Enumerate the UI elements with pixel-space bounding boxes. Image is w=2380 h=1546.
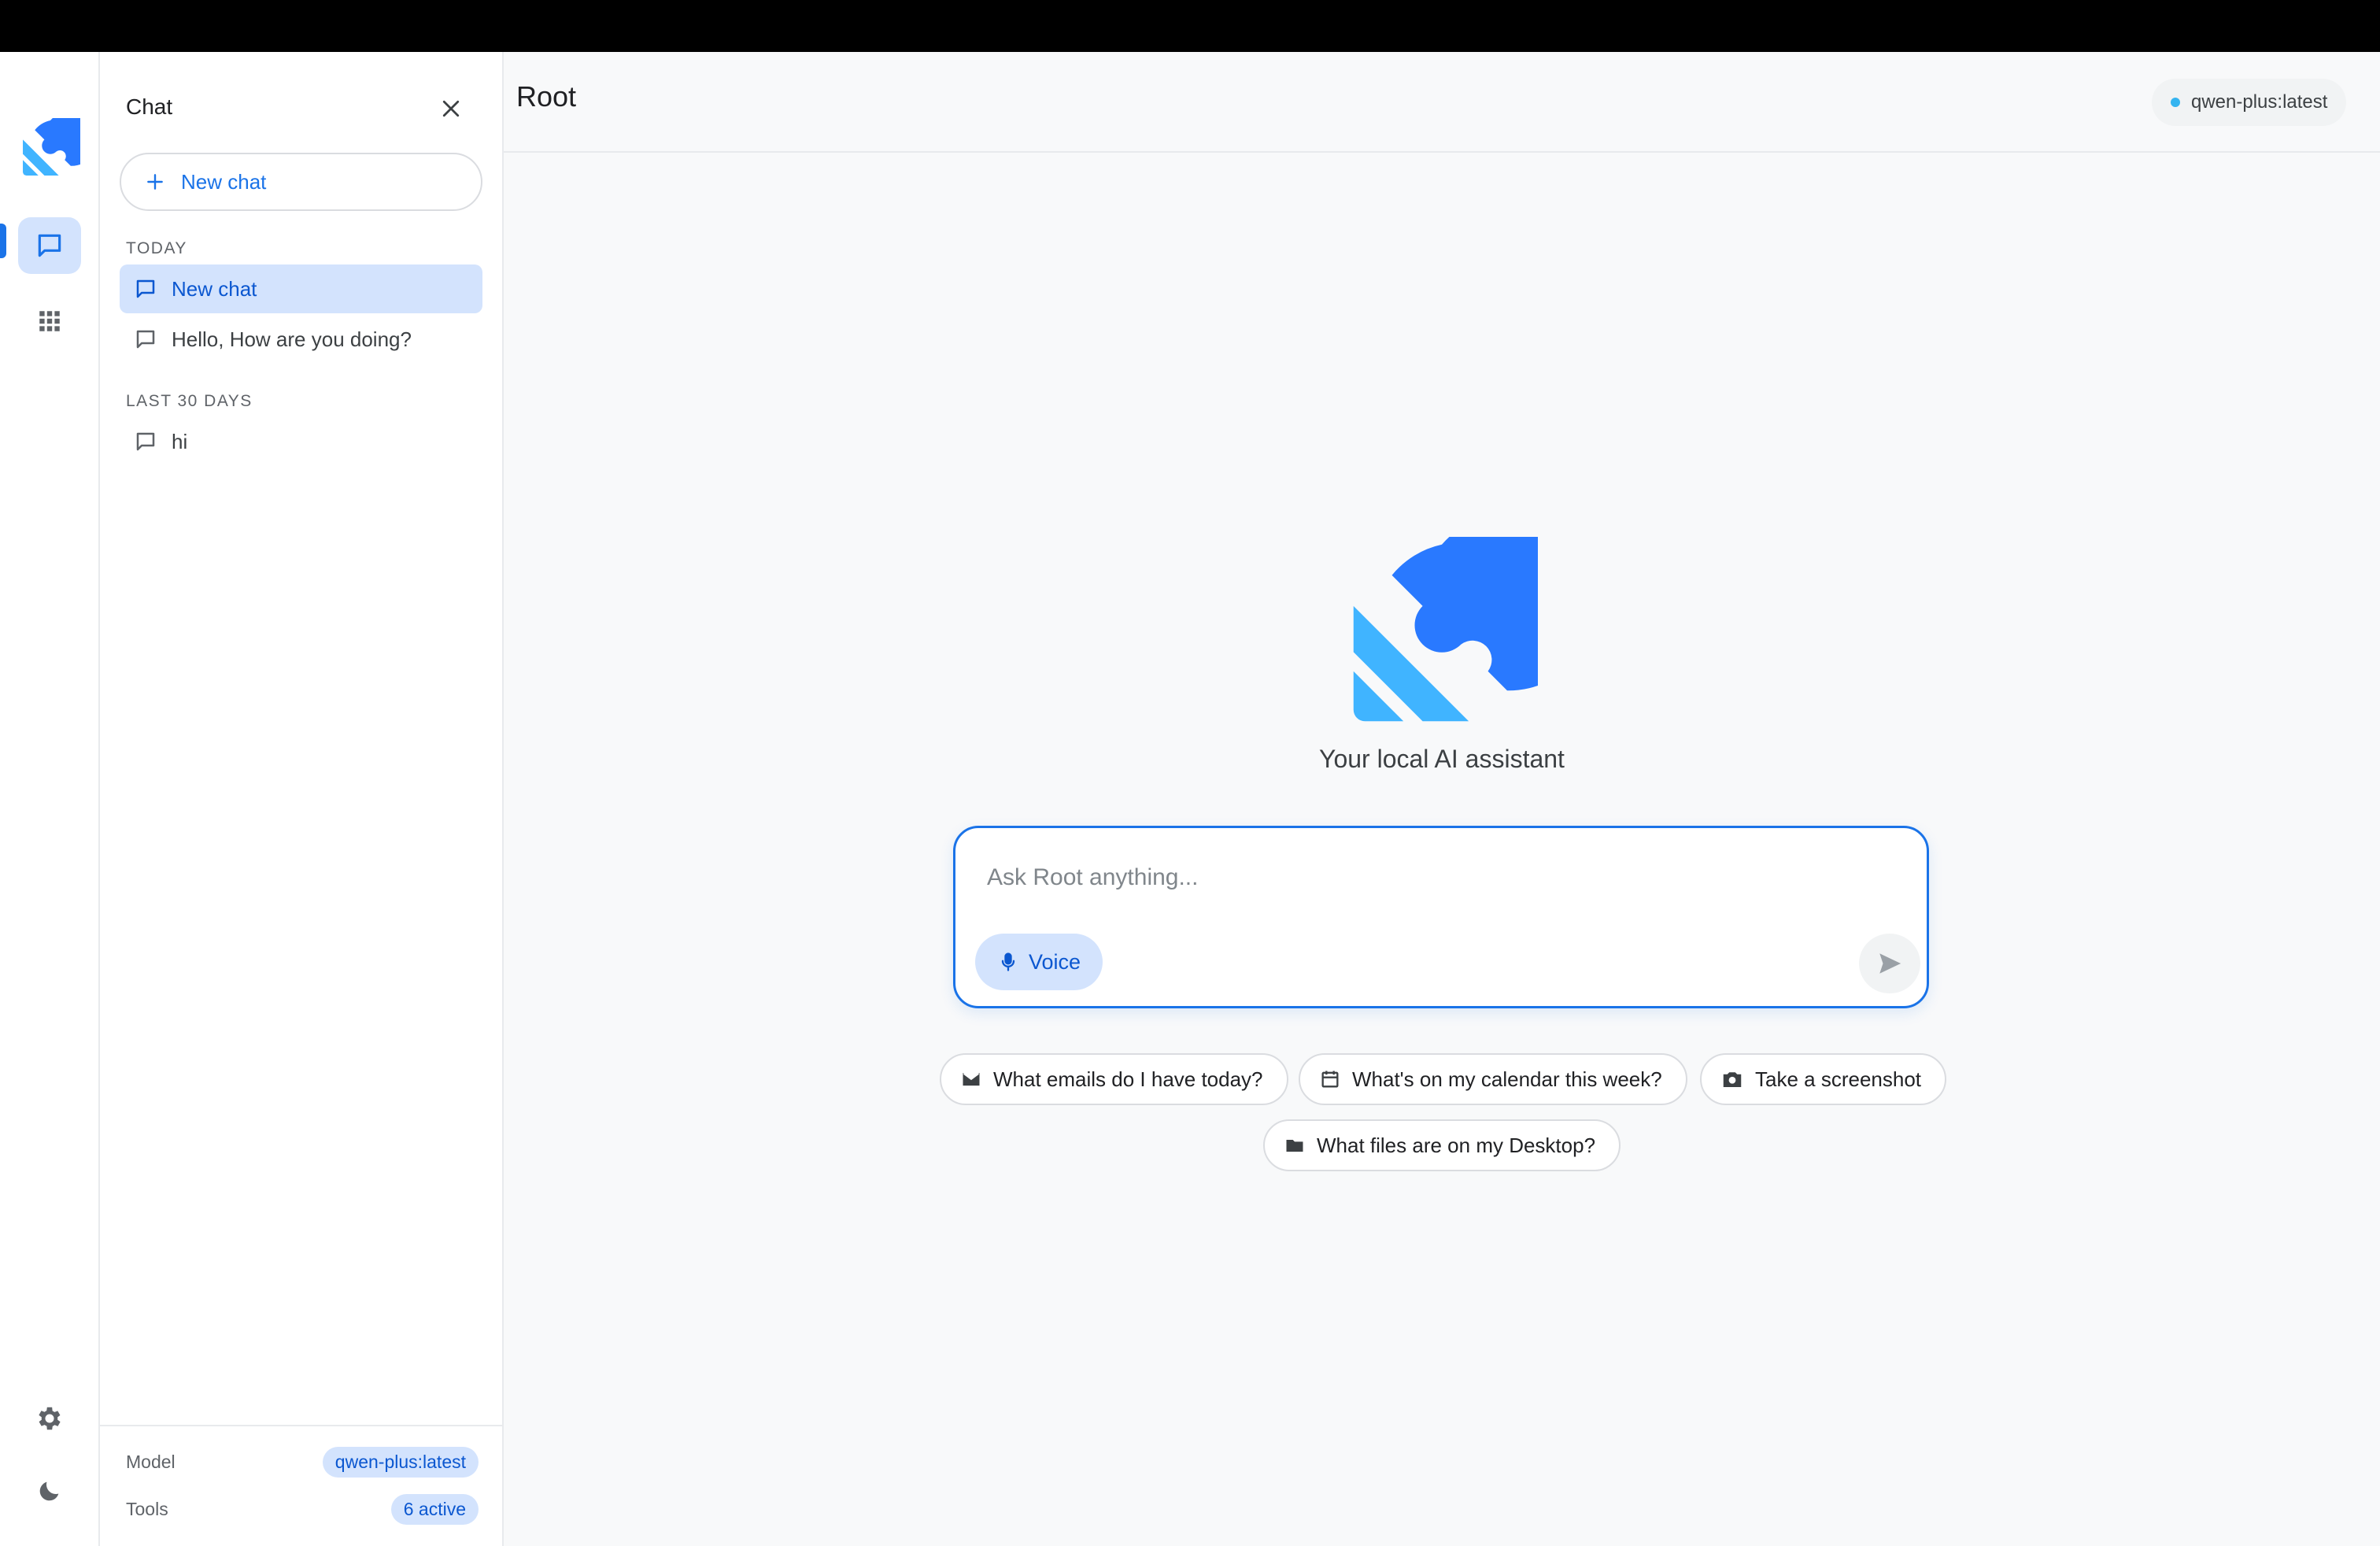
suggestion-chip-emails[interactable]: What emails do I have today? <box>940 1053 1288 1105</box>
rail-theme-button[interactable] <box>18 1463 81 1519</box>
suggestion-label: What's on my calendar this week? <box>1352 1067 1662 1091</box>
suggestion-label: What files are on my Desktop? <box>1317 1133 1596 1157</box>
gear-icon <box>39 1407 61 1430</box>
model-selector[interactable]: qwen-plus:latest <box>2152 79 2347 126</box>
folder-icon <box>1286 1140 1303 1152</box>
rail-settings-button[interactable] <box>18 1390 81 1447</box>
rail-apps-button[interactable] <box>18 293 81 350</box>
root-logo-icon <box>1353 537 1538 722</box>
suggestion-label: What emails do I have today? <box>993 1067 1263 1091</box>
sidebar-title: Chat <box>126 94 173 119</box>
chat-list-item[interactable]: hi <box>120 417 482 466</box>
send-icon <box>1879 953 1901 974</box>
active-indicator <box>0 224 6 258</box>
chat-composer: Voice <box>953 826 1929 1008</box>
chat-item-label: hi <box>172 429 188 453</box>
section-label-last-30-days: LAST 30 DAYS <box>126 392 253 410</box>
nav-rail <box>0 52 100 1546</box>
sidebar-footer: Model qwen-plus:latest Tools 6 active <box>100 1425 504 1546</box>
new-chat-button[interactable]: New chat <box>120 153 482 211</box>
close-icon <box>442 100 460 117</box>
chat-icon <box>136 279 155 298</box>
tools-badge[interactable]: 6 active <box>390 1494 479 1525</box>
voice-button-label: Voice <box>1028 949 1081 974</box>
tools-label: Tools <box>126 1499 168 1519</box>
moon-icon <box>39 1481 59 1501</box>
main-header: Root qwen-plus:latest <box>504 52 2380 153</box>
root-logo-icon[interactable] <box>20 118 80 178</box>
suggestion-chip-desktop-files[interactable]: What files are on my Desktop? <box>1263 1119 1621 1171</box>
chat-icon <box>38 234 61 257</box>
suggestion-label: Take a screenshot <box>1755 1067 1922 1091</box>
model-selector-label: qwen-plus:latest <box>2191 91 2328 113</box>
chat-item-label: Hello, How are you doing? <box>172 327 412 351</box>
rail-chat-button[interactable] <box>18 217 81 274</box>
section-label-today: TODAY <box>126 239 187 257</box>
chat-icon <box>136 432 155 451</box>
suggestion-chip-calendar[interactable]: What's on my calendar this week? <box>1299 1053 1687 1105</box>
status-dot-icon <box>2171 98 2180 107</box>
chat-list-item[interactable]: New chat <box>120 264 482 313</box>
tagline: Your local AI assistant <box>1319 745 1565 773</box>
chat-sidebar: Chat New chat TODAY New chat Hello, How … <box>100 52 504 1546</box>
chat-item-label: New chat <box>172 276 257 301</box>
voice-button[interactable]: Voice <box>975 934 1103 990</box>
suggestion-chip-screenshot[interactable]: Take a screenshot <box>1700 1053 1947 1105</box>
app-window: Chat New chat TODAY New chat Hello, How … <box>0 52 2380 1546</box>
chat-icon <box>136 330 155 349</box>
close-sidebar-button[interactable] <box>435 93 467 124</box>
model-badge[interactable]: qwen-plus:latest <box>322 1447 479 1478</box>
model-label: Model <box>126 1452 176 1472</box>
mail-icon <box>963 1072 980 1086</box>
microphone-icon <box>1001 952 1015 971</box>
page-title: Root <box>516 80 577 113</box>
plus-icon <box>147 174 163 190</box>
model-row: Model qwen-plus:latest <box>126 1447 479 1478</box>
main-area: Root qwen-plus:latest Your local AI assi… <box>504 52 2380 1546</box>
send-button[interactable] <box>1859 934 1920 993</box>
chat-list-item[interactable]: Hello, How are you doing? <box>120 315 482 364</box>
tools-row: Tools 6 active <box>126 1494 479 1525</box>
apps-grid-icon <box>39 311 60 331</box>
camera-icon <box>1723 1072 1742 1087</box>
new-chat-label: New chat <box>181 169 267 194</box>
message-input[interactable] <box>987 858 1853 897</box>
screen-top-bar <box>0 0 2380 52</box>
calendar-icon <box>1321 1071 1339 1088</box>
